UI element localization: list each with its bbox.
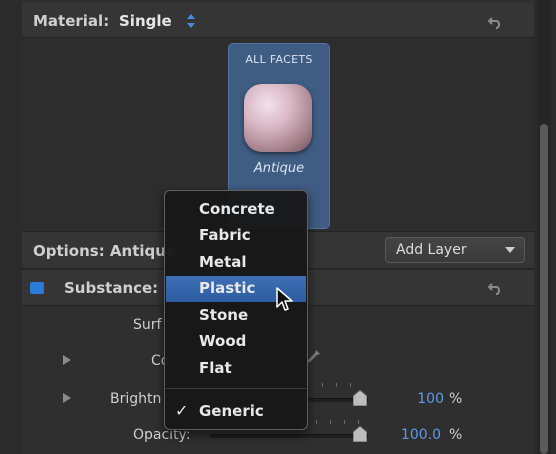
brightness-slider-ticks (322, 383, 362, 387)
material-swatch[interactable] (244, 84, 312, 152)
menu-item-metal[interactable]: Metal (166, 250, 306, 276)
brightness-label: Brightn (110, 391, 162, 407)
brightness-value[interactable]: 100 (404, 391, 444, 407)
swatch-label: Antique (253, 161, 305, 176)
options-label: Options: Antique (33, 242, 177, 260)
add-layer-popup[interactable]: Add Layer (385, 237, 525, 263)
brightness-slider-thumb[interactable] (353, 390, 367, 406)
menu-item-label: Stone (199, 306, 249, 324)
material-header: Material: Single (22, 3, 534, 38)
menu-separator (166, 388, 306, 389)
mouse-cursor-icon (276, 287, 293, 311)
opacity-value[interactable]: 100.0 (391, 427, 441, 443)
menu-item-label: Metal (199, 253, 247, 271)
opacity-unit: % (449, 427, 463, 443)
opacity-slider-thumb[interactable] (353, 426, 367, 442)
scrollbar-thumb[interactable] (540, 124, 548, 454)
chevron-down-icon (505, 247, 515, 253)
add-layer-label: Add Layer (396, 242, 467, 258)
substance-label: Substance: (64, 279, 159, 297)
menu-item-label: Plastic (199, 279, 256, 297)
substance-checkbox[interactable] (30, 282, 44, 294)
menu-item-fabric[interactable]: Fabric (166, 223, 306, 249)
material-value[interactable]: Single (119, 12, 172, 30)
menu-item-label: Generic (199, 402, 264, 420)
opacity-slider-ticks (316, 420, 362, 424)
material-label: Material: (33, 12, 110, 30)
opacity-slider[interactable] (210, 434, 368, 438)
menu-item-label: Concrete (199, 200, 275, 218)
reset-icon[interactable] (488, 15, 504, 29)
menu-item-label: Wood (199, 332, 247, 350)
menu-item-wood[interactable]: Wood (166, 329, 306, 355)
facet-title: ALL FACETS (245, 53, 313, 66)
menu-item-concrete[interactable]: Concrete (166, 197, 306, 223)
disclosure-triangle-icon[interactable] (63, 393, 71, 403)
menu-item-generic[interactable]: ✓ Generic (166, 399, 306, 425)
stepper-arrows-icon[interactable] (186, 13, 196, 29)
disclosure-triangle-icon[interactable] (63, 355, 71, 365)
menu-item-label: Flat (199, 359, 232, 377)
menu-item-flat[interactable]: Flat (166, 356, 306, 382)
checkmark-icon: ✓ (175, 401, 189, 420)
surface-label: Surf (133, 317, 162, 333)
brightness-unit: % (449, 391, 463, 407)
reset-icon[interactable] (488, 281, 504, 295)
menu-item-label: Fabric (199, 226, 251, 244)
